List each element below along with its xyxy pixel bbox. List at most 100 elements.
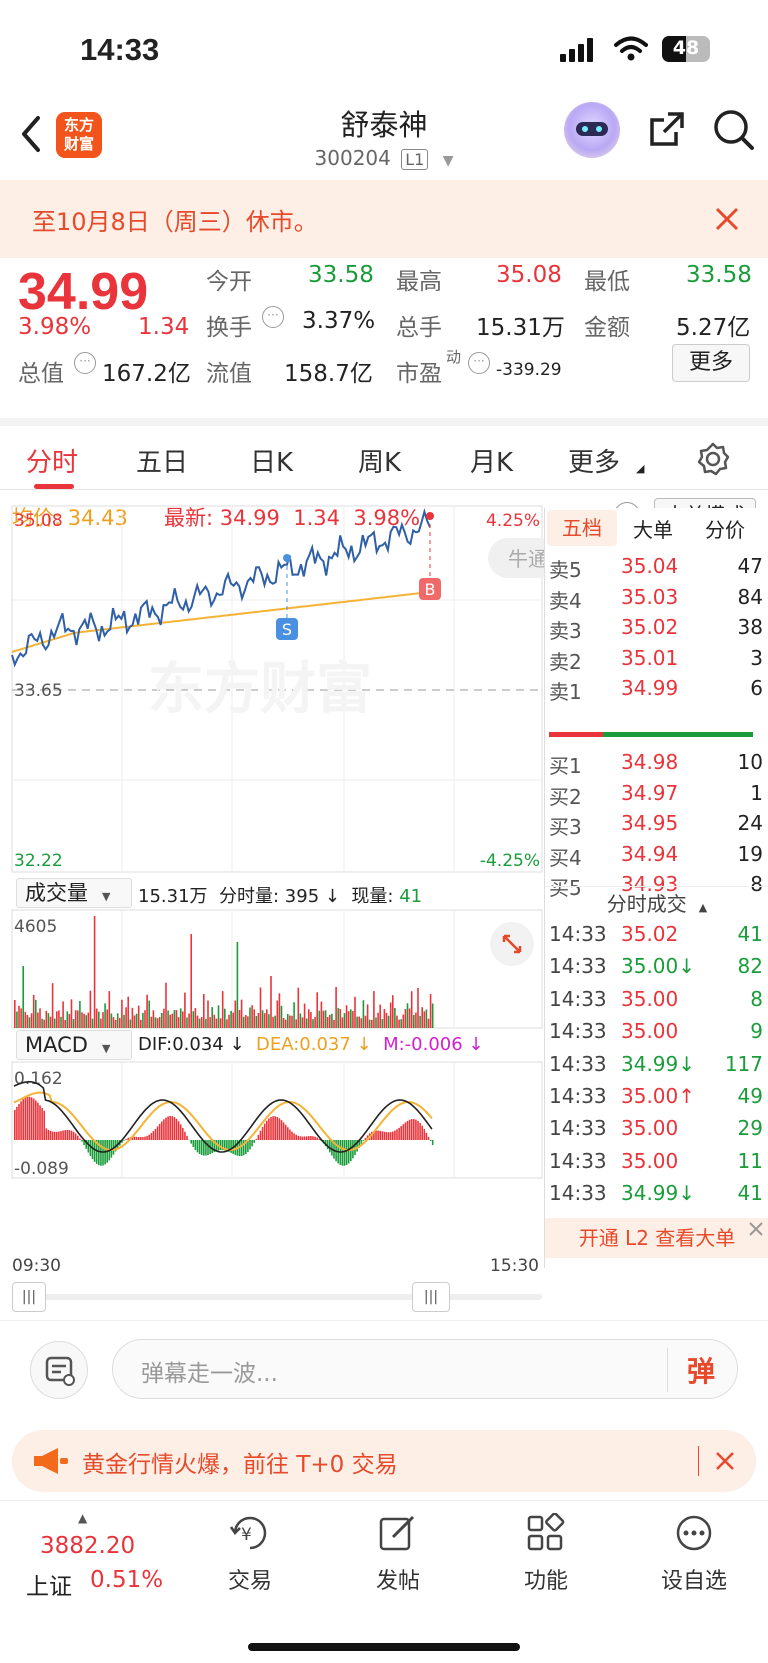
volume-bar (427, 1018, 430, 1028)
volume-bar (402, 1014, 405, 1028)
triangle-up-icon: ▲ (698, 901, 708, 914)
tick-price: 34.99↓ (621, 1051, 696, 1076)
tab-monthly-k[interactable]: 月K (470, 442, 513, 479)
macd-bar (156, 1126, 159, 1140)
close-icon[interactable] (714, 1450, 736, 1472)
tab-weekly-k[interactable]: 周K (358, 442, 401, 479)
danmaku-settings-icon[interactable] (30, 1341, 88, 1399)
search-icon[interactable] (712, 108, 756, 152)
volume-bar (22, 966, 24, 1028)
macd-bar (308, 1136, 310, 1140)
volume-bar (140, 1019, 142, 1028)
expand-icon[interactable] (490, 922, 534, 966)
volume-bar (47, 1013, 50, 1028)
volume-bar (45, 1010, 48, 1028)
range-slider-right-handle[interactable]: ||| (412, 1282, 450, 1312)
macd-bar (314, 1136, 316, 1140)
volume-bar (305, 1018, 308, 1028)
nav-customize[interactable]: 设自选 (644, 1513, 744, 1595)
volume-bar (429, 993, 432, 1028)
range-slider-left-handle[interactable]: ||| (12, 1282, 46, 1312)
macd-bar (171, 1116, 174, 1140)
volume-bar (238, 1009, 241, 1028)
volume-max-label: 4605 (14, 917, 57, 937)
macd-bar (207, 1140, 209, 1155)
index-widget[interactable]: ▲ 3882.20 上证 0.51% (20, 1511, 163, 1601)
danmaku-input[interactable]: 弹幕走一波... 弹 (112, 1339, 738, 1399)
volume-bar (259, 987, 262, 1028)
robot-avatar-icon[interactable] (564, 102, 620, 158)
level-price: 34.94 (621, 841, 679, 866)
volume-bar (371, 1019, 373, 1028)
gear-icon[interactable] (696, 442, 730, 476)
volume-bar (368, 1019, 371, 1028)
tab-more[interactable]: 更多 (568, 442, 620, 479)
macd-bar (316, 1137, 318, 1140)
info-icon[interactable]: ··· (74, 352, 96, 374)
volume-bar (221, 991, 224, 1028)
close-icon[interactable] (747, 1220, 765, 1238)
share-icon[interactable] (646, 108, 688, 150)
volume-indicator-select[interactable]: 成交量 ▼ (16, 878, 132, 908)
tab-daily-k[interactable]: 日K (250, 442, 293, 479)
tick-volume: 11 (737, 1148, 763, 1173)
l2-upsell-button[interactable]: 开通 L2 查看大单 (545, 1218, 768, 1258)
nav-functions[interactable]: 功能 (496, 1512, 596, 1595)
volume-bar (408, 1008, 411, 1028)
macd-bar (142, 1137, 144, 1140)
macd-bar (270, 1116, 272, 1140)
level-price: 34.97 (621, 780, 679, 805)
nav-post[interactable]: 发帖 (348, 1513, 448, 1595)
chart-tabs: 分时 五日 日K 周K 月K 更多 ◢ (0, 418, 768, 490)
order-book-tabs: 五档 大单 分价 (545, 508, 768, 548)
volume-bar (263, 1013, 266, 1028)
more-button[interactable]: 更多 (672, 344, 750, 382)
macd-bar (135, 1136, 138, 1140)
change-amount: 1.34 (138, 314, 190, 340)
tab-intraday[interactable]: 分时 (26, 442, 78, 479)
tab-big-order[interactable]: 大单 (633, 514, 673, 543)
macd-indicator-select[interactable]: MACD ▼ (16, 1030, 132, 1060)
ticks-header[interactable]: 分时成交 ▲ (545, 886, 768, 920)
tab-price-distribution[interactable]: 分价 (705, 514, 745, 543)
more-dots-icon (676, 1515, 712, 1551)
nav-trade[interactable]: ¥ 交易 (200, 1513, 300, 1595)
volume-bar (282, 1017, 285, 1028)
macd-bar (74, 1133, 77, 1140)
volume-value: 15.31万 (476, 315, 565, 341)
macd-bar (66, 1129, 69, 1140)
volume-bar (58, 1010, 60, 1028)
level-label: 卖3 (549, 619, 582, 643)
volume-bar (28, 1017, 31, 1028)
volume-bar (150, 1016, 153, 1028)
range-slider-track[interactable] (12, 1294, 542, 1300)
macd-bar (289, 1129, 291, 1140)
volume-bar (251, 1005, 253, 1028)
tab-five-day[interactable]: 五日 (136, 442, 188, 479)
info-icon[interactable]: ··· (262, 306, 284, 328)
volume-bar (383, 1008, 386, 1028)
volume-bar (326, 1017, 329, 1028)
level-label: 卖2 (549, 649, 582, 674)
volume-bar (169, 1014, 171, 1028)
volume-bar (116, 1013, 119, 1028)
macd-bar (93, 1140, 96, 1162)
home-indicator (248, 1643, 520, 1651)
volume-bar (257, 1012, 260, 1028)
time-axis-start: 09:30 (12, 1256, 61, 1276)
tab-five-level[interactable]: 五档 (547, 510, 617, 546)
grid-icon (527, 1512, 565, 1551)
macd-bar (297, 1135, 300, 1140)
tick-row: 14:33 35.02 41 (545, 922, 768, 952)
level-price: 35.01 (621, 645, 679, 670)
volume-bar (261, 1010, 264, 1028)
close-icon[interactable] (714, 206, 740, 232)
volume-bar (91, 1018, 94, 1028)
promo-banner[interactable]: 黄金行情火爆，前往 T+0 交易 (12, 1430, 756, 1492)
danmaku-send-button[interactable]: 弹 (687, 1350, 715, 1390)
info-icon[interactable]: ··· (468, 352, 490, 374)
macd-bar (77, 1135, 79, 1140)
macd-bar (394, 1130, 396, 1140)
macd-bar (184, 1131, 186, 1140)
macd-bar (16, 1106, 18, 1140)
